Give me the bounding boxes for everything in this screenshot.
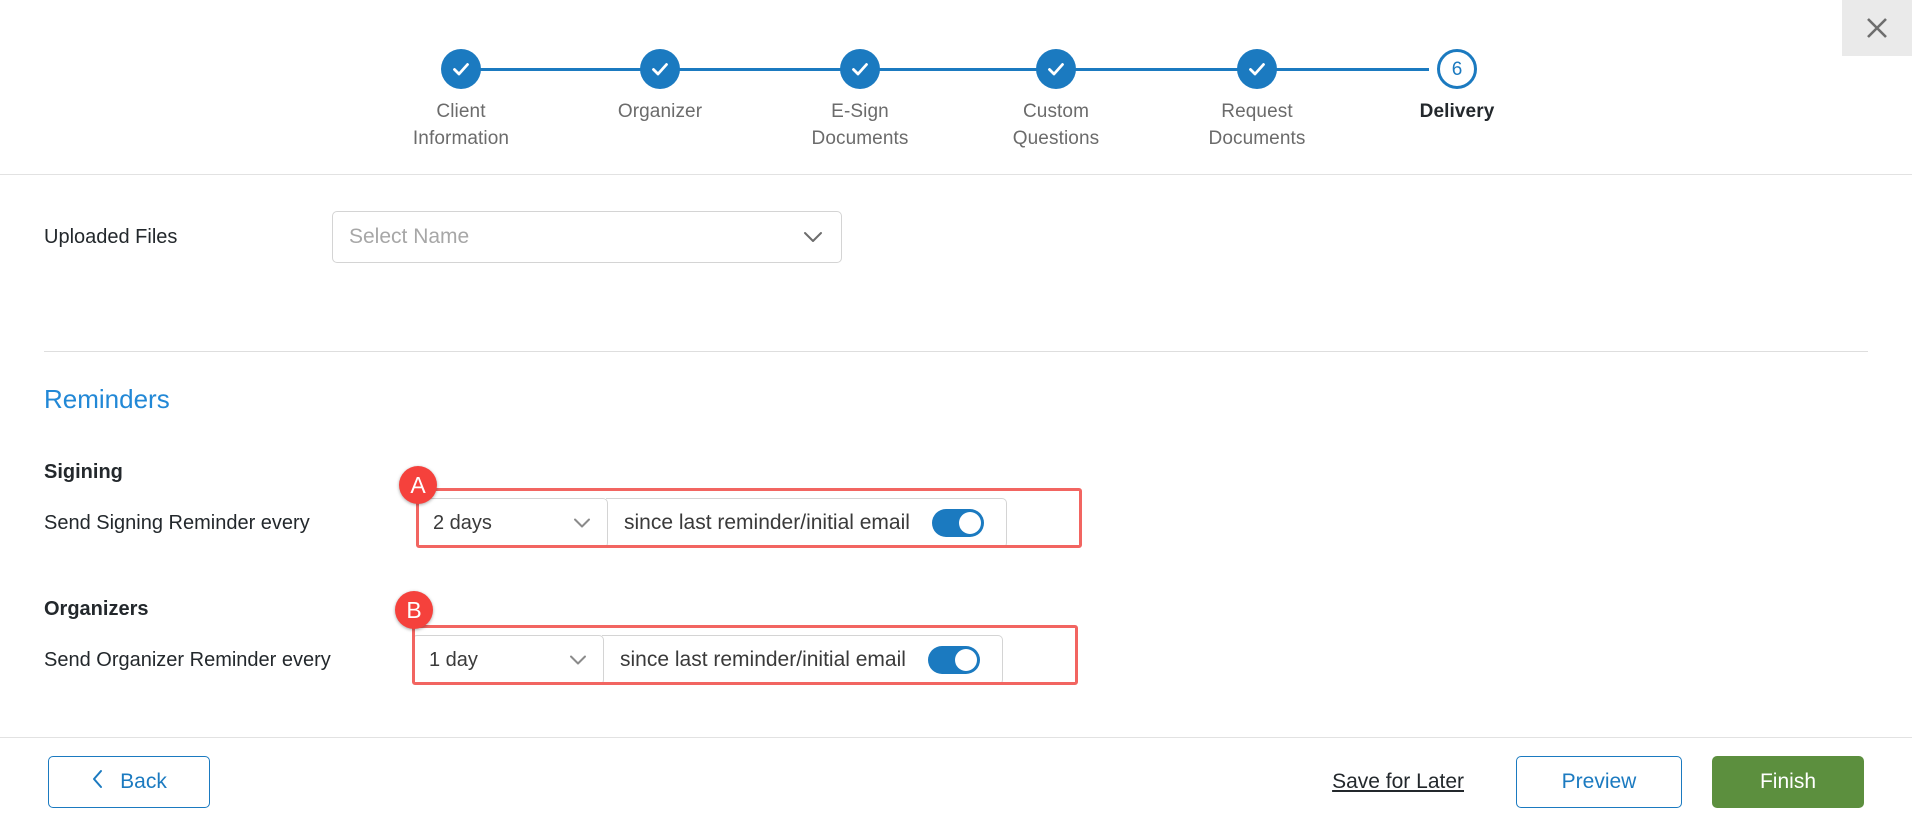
step-custom-questions[interactable]: Custom Questions: [966, 34, 1146, 152]
step-label: Organizer: [617, 101, 703, 122]
close-button[interactable]: [1842, 0, 1912, 56]
signing-since-box: since last reminder/initial email: [606, 498, 1007, 548]
wizard-stepper: Client Information Organizer E-Sign Docu…: [0, 0, 1912, 175]
section-divider: [44, 351, 1868, 352]
toggle-knob: [958, 512, 981, 534]
preview-button-label: Preview: [1561, 770, 1637, 793]
save-for-later-link[interactable]: Save for Later: [1332, 770, 1464, 794]
uploaded-files-select[interactable]: Select Name: [332, 211, 842, 263]
uploaded-files-placeholder: Select Name: [349, 225, 470, 248]
step-organizer[interactable]: Organizer: [570, 34, 750, 126]
chevron-down-icon: [569, 649, 587, 672]
chevron-down-icon: [573, 512, 591, 535]
check-icon: [652, 63, 668, 76]
chevron-down-icon: [803, 225, 823, 249]
step-bubble-2[interactable]: [640, 49, 680, 89]
step-label: Delivery: [1419, 101, 1495, 122]
close-icon: [1867, 18, 1887, 38]
organizer-since-text: since last reminder/initial email: [620, 648, 906, 671]
step-bubble-4[interactable]: [1036, 49, 1076, 89]
step-label: Request Documents: [1208, 101, 1306, 149]
signing-heading: Sigining: [44, 461, 123, 483]
organizer-since-box: since last reminder/initial email: [602, 635, 1003, 685]
chevron-left-icon: [91, 769, 104, 795]
delivery-form: Uploaded Files Select Name Reminders Sig…: [0, 175, 1912, 737]
reminders-section-title: Reminders: [44, 384, 170, 414]
step-delivery[interactable]: 6 Delivery: [1367, 34, 1547, 126]
check-icon: [1048, 63, 1064, 76]
signing-since-text: since last reminder/initial email: [624, 511, 910, 534]
step-bubble-6[interactable]: 6: [1437, 49, 1477, 89]
step-esign-documents[interactable]: E-Sign Documents: [770, 34, 950, 152]
wizard-footer: Back Save for Later Preview Finish: [0, 737, 1912, 826]
annotation-badge-b: B: [395, 591, 433, 629]
signing-interval-value: 2 days: [433, 511, 492, 534]
back-button-label: Back: [120, 770, 167, 793]
signing-reminder-prefix: Send Signing Reminder every: [44, 511, 310, 534]
organizer-interval-value: 1 day: [429, 648, 478, 671]
signing-interval-select[interactable]: 2 days: [416, 498, 608, 548]
back-button[interactable]: Back: [48, 756, 210, 808]
step-bubble-1[interactable]: [441, 49, 481, 89]
signing-reminder-toggle[interactable]: [931, 509, 984, 537]
delivery-wizard-page: Client Information Organizer E-Sign Docu…: [0, 0, 1912, 826]
annotation-badge-a: A: [399, 466, 437, 504]
check-icon: [852, 63, 868, 76]
check-icon: [1249, 63, 1265, 76]
finish-button-label: Finish: [1759, 770, 1817, 793]
organizer-interval-select[interactable]: 1 day: [412, 635, 604, 685]
step-client-information[interactable]: Client Information: [371, 34, 551, 152]
step-label: E-Sign Documents: [811, 101, 909, 149]
preview-button[interactable]: Preview: [1516, 756, 1682, 808]
organizer-reminder-row: Send Organizer Reminder every 1 day sinc…: [44, 591, 1868, 689]
organizer-reminder-prefix: Send Organizer Reminder every: [44, 648, 331, 671]
uploaded-files-row: Uploaded Files Select Name: [44, 175, 1868, 263]
step-bubble-5[interactable]: [1237, 49, 1277, 89]
step-bubble-3[interactable]: [840, 49, 880, 89]
toggle-knob: [954, 649, 977, 671]
finish-button[interactable]: Finish: [1712, 756, 1864, 808]
signing-reminder-row: Send Signing Reminder every 2 days since…: [44, 466, 1868, 552]
step-label: Client Information: [412, 101, 510, 149]
step-request-documents[interactable]: Request Documents: [1167, 34, 1347, 152]
check-icon: [453, 63, 469, 76]
step-label: Custom Questions: [1012, 101, 1100, 149]
step-number: 6: [1451, 58, 1463, 80]
uploaded-files-label: Uploaded Files: [44, 225, 178, 248]
organizer-reminder-toggle[interactable]: [927, 646, 980, 674]
organizers-heading: Organizers: [44, 598, 149, 620]
